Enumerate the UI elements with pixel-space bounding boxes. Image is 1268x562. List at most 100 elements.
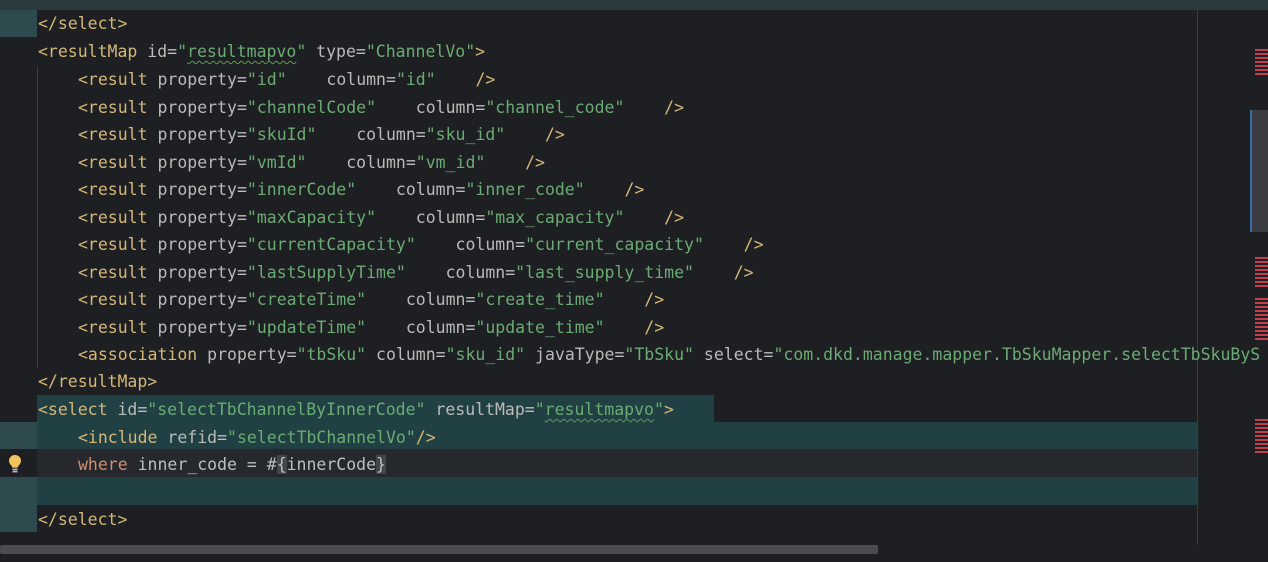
sql-hash: # — [266, 455, 277, 474]
code-line[interactable]: <result property="createTime" column="cr… — [78, 286, 664, 313]
xml-tag: <result — [78, 125, 148, 144]
code-line[interactable]: <result property="currentCapacity" colum… — [78, 231, 764, 258]
xml-tag: <result — [78, 235, 148, 254]
xml-value: "innerCode" — [246, 180, 357, 199]
xml-value: "selectTbChannelByInnerCode" — [147, 400, 426, 419]
code-line[interactable]: <result property="skuId" column="sku_id"… — [78, 121, 565, 148]
xml-attr: property — [147, 317, 237, 337]
code-line[interactable]: <result property="innerCode" column="inn… — [78, 176, 644, 203]
code-line[interactable]: where inner_code = #{innerCode} — [78, 451, 386, 478]
xml-value: "lastSupplyTime" — [246, 262, 406, 282]
xml-value: "sku_id" — [425, 125, 506, 144]
xml-attr: column — [346, 152, 406, 172]
equals: = — [465, 317, 476, 337]
xml-attr: property — [147, 207, 237, 227]
equals: = — [614, 345, 625, 364]
scrollbar-thumb[interactable] — [1250, 110, 1252, 232]
code-line[interactable]: <association property="tbSku" column="sk… — [78, 341, 1260, 368]
gutter-highlight — [0, 422, 37, 449]
xml-attr: property — [147, 125, 237, 144]
error-stripe-marker[interactable] — [1255, 318, 1268, 342]
xml-value: "id" — [246, 70, 287, 89]
error-stripe-marker[interactable] — [1255, 419, 1268, 455]
xml-attr: column — [455, 235, 516, 254]
error-stripe-marker[interactable] — [1255, 257, 1268, 289]
error-stripe-marker[interactable] — [1255, 49, 1268, 77]
horizontal-scrollbar-thumb[interactable] — [0, 545, 878, 554]
equals: = — [236, 235, 247, 254]
xml-tag: /> — [644, 290, 665, 309]
xml-attr: javaType — [525, 345, 615, 364]
equals: = — [435, 345, 446, 364]
equals: = — [137, 400, 148, 419]
code-line[interactable]: <result property="channelCode" column="c… — [78, 94, 684, 121]
code-line[interactable]: <result property="lastSupplyTime" column… — [78, 259, 754, 286]
code-line[interactable]: <include refid="selectTbChannelVo"/> — [78, 424, 436, 451]
xml-tag: <resultMap — [38, 42, 138, 61]
xml-tag: /> — [525, 152, 545, 172]
equals: = — [167, 42, 178, 61]
xml-tag: /> — [664, 97, 685, 117]
xml-tag: /> — [544, 125, 565, 144]
xml-attr: property — [147, 180, 237, 199]
code-line[interactable]: <resultMap id="resultmapvo" type="Channe… — [38, 38, 485, 65]
code-line[interactable]: <result property="vmId" column="vm_id" /… — [78, 149, 545, 176]
lightbulb-icon[interactable] — [7, 454, 23, 474]
code-line[interactable]: </select> — [38, 10, 127, 37]
xml-tag: <include — [78, 428, 158, 447]
equals: = — [405, 152, 416, 172]
equals: = — [236, 97, 247, 117]
xml-tag: /> — [475, 70, 496, 89]
xml-attr: refid — [157, 428, 218, 447]
code-line[interactable]: </select> — [38, 506, 127, 533]
code-line[interactable]: <result property="maxCapacity" column="m… — [78, 204, 684, 231]
code-line[interactable]: </resultMap> — [38, 368, 157, 395]
equals: = — [217, 428, 228, 447]
xml-value: "selectTbChannelVo" — [227, 428, 416, 447]
equals: = — [236, 152, 247, 172]
code-line[interactable]: <result property="updateTime" column="up… — [78, 314, 664, 341]
xml-value: "id" — [395, 70, 436, 89]
xml-attr: column — [395, 180, 456, 199]
gutter-highlight — [0, 10, 37, 37]
code-line[interactable]: <result property="id" column="id" /> — [78, 66, 495, 93]
error-stripe-marker[interactable] — [1255, 298, 1268, 316]
equals: = — [524, 400, 535, 419]
xml-attr: column — [366, 345, 436, 364]
xml-value: resultmapvo — [187, 42, 297, 61]
xml-value: "com.dkd.manage.mapper.TbSkuMapper.selec… — [773, 345, 1261, 364]
xml-attr: column — [326, 70, 386, 89]
scrollbar-track[interactable] — [1252, 110, 1268, 232]
xml-tag: > — [663, 400, 674, 419]
equals: = — [355, 42, 366, 61]
xml-tag: <association — [78, 345, 198, 364]
xml-attr: property — [147, 235, 237, 254]
xml-attr: id — [137, 42, 168, 61]
xml-value: " — [534, 400, 545, 419]
code-editor[interactable]: </select> <resultMap id="resultmapvo" ty… — [0, 0, 1268, 562]
xml-tag: </resultMap> — [38, 372, 158, 391]
equals: = — [236, 262, 247, 282]
xml-value: "TbSku" — [624, 345, 694, 364]
equals: = — [236, 180, 247, 199]
xml-tag: /> — [624, 180, 645, 199]
xml-value: "skuId" — [246, 125, 317, 144]
equals: = — [465, 290, 476, 309]
right-margin-guide — [1197, 0, 1198, 562]
editor-top-highlight — [0, 0, 1268, 10]
xml-tag: /> — [415, 428, 436, 447]
xml-attr: property — [147, 70, 237, 89]
xml-value: " — [177, 42, 188, 61]
code-line[interactable]: <select id="selectTbChannelByInnerCode" … — [38, 396, 674, 423]
xml-tag: <result — [78, 317, 148, 337]
xml-attr: column — [405, 317, 466, 337]
